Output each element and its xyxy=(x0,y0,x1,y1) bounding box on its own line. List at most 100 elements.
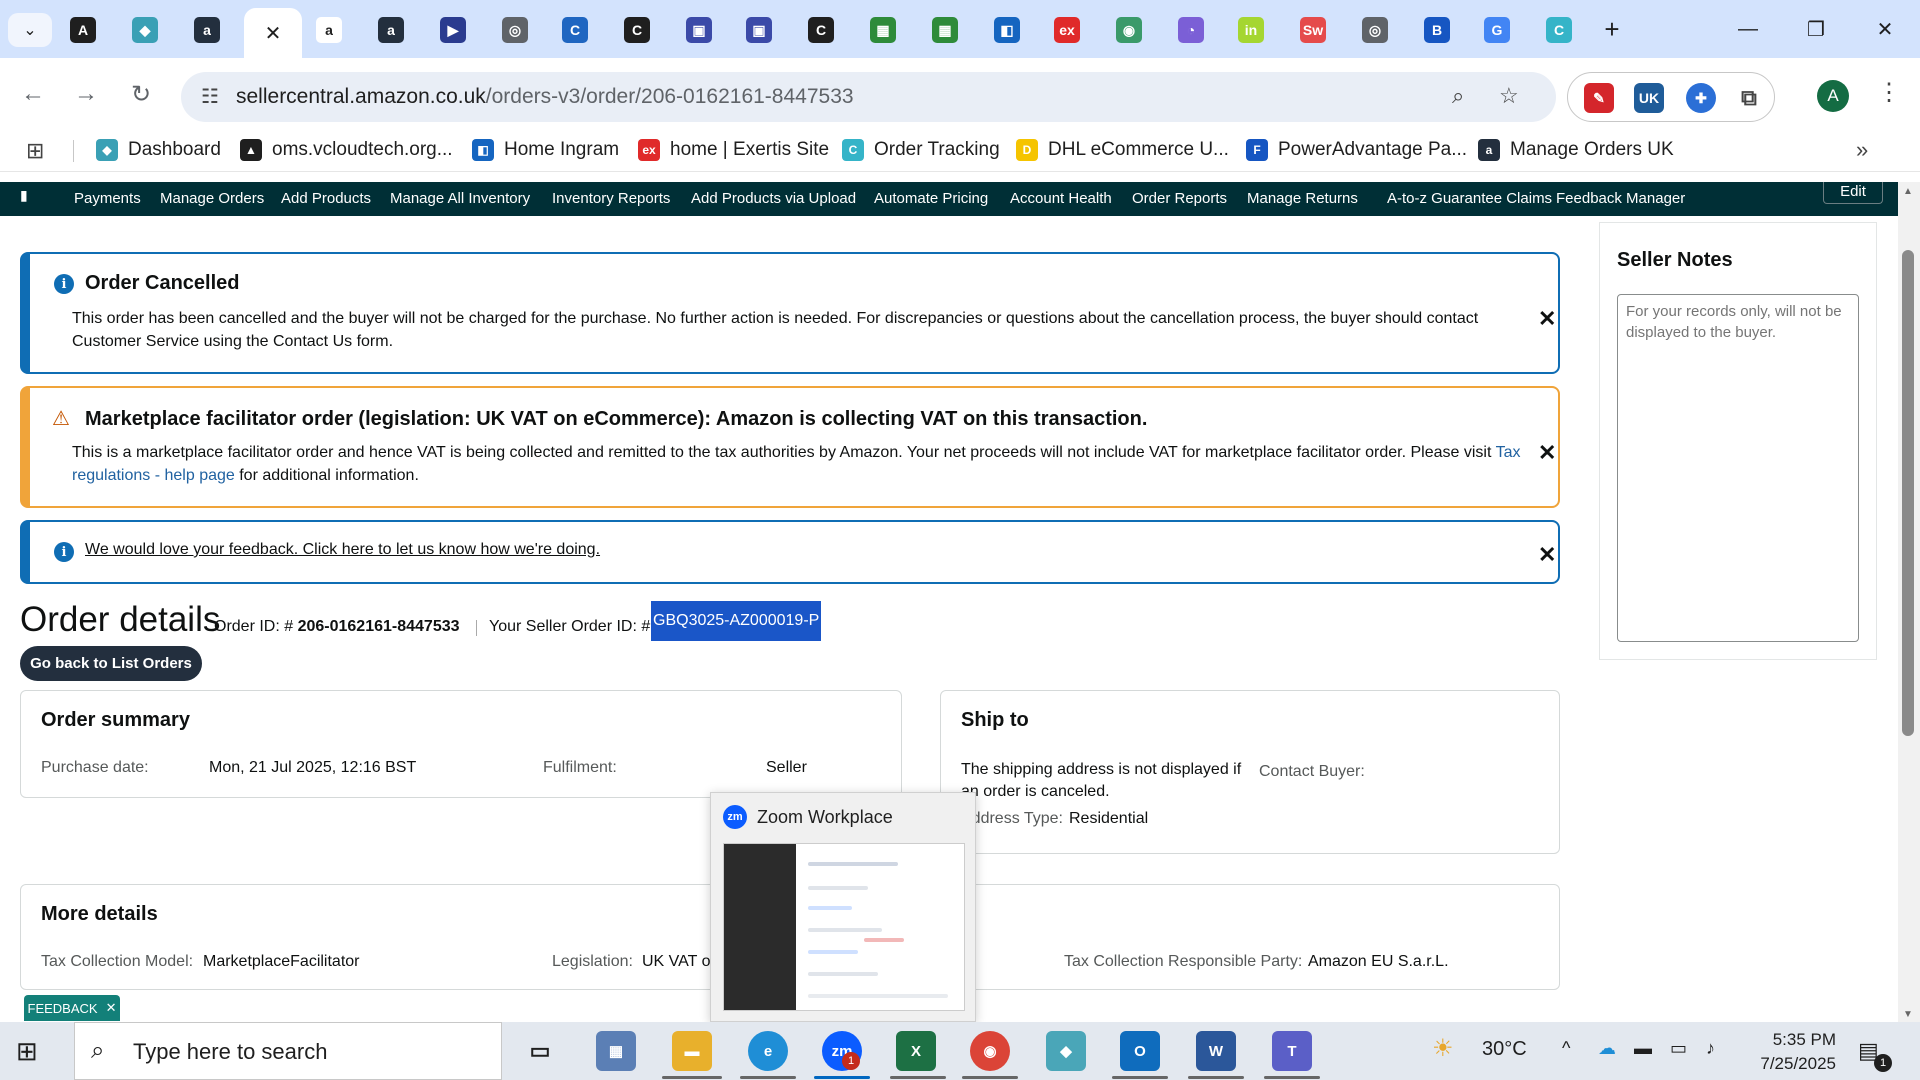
network-icon[interactable]: ▭ xyxy=(1670,1038,1687,1059)
apps-grid-icon[interactable]: ⊞ xyxy=(26,138,44,164)
scroll-up-icon[interactable]: ▲ xyxy=(1903,186,1913,197)
tab-favicon-icon[interactable]: a xyxy=(316,17,342,43)
forward-arrow-icon[interactable]: → xyxy=(69,77,103,111)
task-view-icon[interactable]: ▭ xyxy=(520,1031,560,1071)
reload-icon[interactable]: ↻ xyxy=(124,77,158,111)
zoom-magnifier-icon[interactable]: ⌕ xyxy=(1452,83,1464,109)
close-tab-icon[interactable]: ✕ xyxy=(265,21,282,46)
nav-item[interactable]: Manage Orders xyxy=(160,190,264,207)
feedback-tab[interactable]: FEEDBACK ✕ xyxy=(24,995,120,1021)
edge-icon[interactable]: e xyxy=(748,1031,788,1071)
tab-favicon-icon[interactable]: ▣ xyxy=(746,17,772,43)
nav-item[interactable]: Add Products xyxy=(281,190,371,207)
chrome-icon[interactable]: ◉ xyxy=(970,1031,1010,1071)
nav-edit-button[interactable]: Edit xyxy=(1823,182,1883,204)
tab-favicon-icon[interactable]: ▶ xyxy=(440,17,466,43)
tab-favicon-icon[interactable]: C xyxy=(624,17,650,43)
bookmark-item[interactable]: ▲ oms.vcloudtech.org... xyxy=(240,139,453,161)
bookmark-item[interactable]: ex home | Exertis Site xyxy=(638,139,829,161)
battery-icon[interactable]: ▬ xyxy=(1634,1038,1652,1059)
tab-favicon-icon[interactable]: ▦ xyxy=(932,17,958,43)
close-alert-icon[interactable]: ✕ xyxy=(1538,306,1556,332)
excel-icon[interactable]: X xyxy=(896,1031,936,1071)
nav-item[interactable]: Add Products via Upload xyxy=(691,190,856,207)
more-bookmarks-icon[interactable]: » xyxy=(1856,137,1868,163)
url-text[interactable]: sellercentral.amazon.co.uk/orders-v3/ord… xyxy=(236,85,854,109)
bookmark-item[interactable]: ◆ Dashboard xyxy=(96,139,221,161)
close-alert-icon[interactable]: ✕ xyxy=(1538,542,1556,568)
browser-menu-icon[interactable]: ⋮ xyxy=(1877,78,1901,107)
extensions-puzzle-icon[interactable]: ⧉ xyxy=(1734,83,1764,113)
feedback-link[interactable]: We would love your feedback. Click here … xyxy=(85,541,600,559)
tab-favicon-icon[interactable]: C xyxy=(808,17,834,43)
tab-favicon-icon[interactable]: ◎ xyxy=(1362,17,1388,43)
close-alert-icon[interactable]: ✕ xyxy=(1538,440,1556,466)
file-explorer-icon[interactable]: ▬ xyxy=(672,1031,712,1071)
tab-favicon-icon[interactable]: ◧ xyxy=(994,17,1020,43)
weather-temp[interactable]: 30°C xyxy=(1482,1038,1527,1061)
tab-favicon-icon[interactable]: C xyxy=(562,17,588,43)
tab-favicon-icon[interactable]: A xyxy=(70,17,96,43)
bookmark-item[interactable]: F PowerAdvantage Pa... xyxy=(1246,139,1467,161)
tab-favicon-icon[interactable]: Sw xyxy=(1300,17,1326,43)
nav-item[interactable]: Payments xyxy=(74,190,141,207)
tab-favicon-icon[interactable]: B xyxy=(1424,17,1450,43)
bookmark-star-icon[interactable]: ☆ xyxy=(1499,83,1519,109)
bookmark-item[interactable]: C Order Tracking xyxy=(842,139,1000,161)
tab-favicon-icon[interactable]: ▦ xyxy=(870,17,896,43)
taskbar-clock[interactable]: 5:35 PM 7/25/2025 xyxy=(1746,1028,1836,1076)
onedrive-icon[interactable]: ☁ xyxy=(1598,1038,1616,1059)
scroll-down-icon[interactable]: ▼ xyxy=(1903,1009,1913,1020)
feedback-close-icon[interactable]: ✕ xyxy=(106,1000,117,1016)
weather-icon[interactable]: ☀ xyxy=(1432,1034,1454,1063)
nav-item[interactable]: Account Health xyxy=(1010,190,1112,207)
nav-item[interactable]: Inventory Reports xyxy=(552,190,670,207)
nav-item[interactable]: Manage All Inventory xyxy=(390,190,530,207)
bookmark-item[interactable]: D DHL eCommerce U... xyxy=(1016,139,1229,161)
address-bar[interactable]: ☷ sellercentral.amazon.co.uk/orders-v3/o… xyxy=(181,72,1556,122)
pdf-extension-icon[interactable]: ✎ xyxy=(1584,83,1614,113)
nav-item[interactable]: Order Reports xyxy=(1132,190,1227,207)
tray-chevron-icon[interactable]: ^ xyxy=(1562,1038,1570,1059)
seller-notes-textarea[interactable] xyxy=(1617,294,1859,642)
back-arrow-icon[interactable]: ← xyxy=(16,77,50,111)
tab-favicon-icon[interactable]: C xyxy=(1546,17,1572,43)
active-tab[interactable]: ✕ xyxy=(244,8,302,58)
tab-favicon-icon[interactable]: ◎ xyxy=(502,17,528,43)
seller-order-id-selected[interactable]: GBQ3025-AZ000019-P xyxy=(651,601,822,641)
teams-icon[interactable]: T xyxy=(1272,1031,1312,1071)
windows-start-icon[interactable]: ⊞ xyxy=(16,1036,38,1067)
restore-icon[interactable]: ❐ xyxy=(1794,12,1838,46)
tab-search-chevron-icon[interactable]: ⌄ xyxy=(8,13,52,47)
site-info-icon[interactable]: ☷ xyxy=(201,84,219,109)
tab-favicon-icon[interactable]: in xyxy=(1238,17,1264,43)
tab-favicon-icon[interactable]: ex xyxy=(1054,17,1080,43)
zoom-window-thumbnail[interactable] xyxy=(723,843,965,1011)
tab-favicon-icon[interactable]: ◔ xyxy=(1178,17,1204,43)
nav-item[interactable]: Automate Pricing xyxy=(874,190,988,207)
word-icon[interactable]: W xyxy=(1196,1031,1236,1071)
bookmark-item[interactable]: ◧ Home Ingram xyxy=(472,139,619,161)
plugin-extension-icon[interactable]: ✚ xyxy=(1686,83,1716,113)
volume-icon[interactable]: ♪ xyxy=(1706,1038,1715,1059)
nav-item[interactable]: Feedback Manager xyxy=(1556,190,1685,207)
app-diamond-icon[interactable]: ◆ xyxy=(1046,1031,1086,1071)
minimize-icon[interactable]: — xyxy=(1726,12,1770,46)
scrollbar-thumb[interactable] xyxy=(1902,250,1914,736)
outlook-icon[interactable]: O xyxy=(1120,1031,1160,1071)
calculator-icon[interactable]: ▦ xyxy=(596,1031,636,1071)
nav-bookmark-icon[interactable]: ▮ xyxy=(20,187,28,204)
nav-item[interactable]: A-to-z Guarantee Claims xyxy=(1387,190,1552,207)
tab-favicon-icon[interactable]: ▣ xyxy=(686,17,712,43)
tab-favicon-icon[interactable]: a xyxy=(194,17,220,43)
zoom-taskbar-preview[interactable]: zm Zoom Workplace xyxy=(710,792,976,1022)
tab-favicon-icon[interactable]: a xyxy=(378,17,404,43)
tab-favicon-icon[interactable]: ◉ xyxy=(1116,17,1142,43)
nav-item[interactable]: Manage Returns xyxy=(1247,190,1358,207)
uk-extension-icon[interactable]: UK xyxy=(1634,83,1664,113)
bookmark-item[interactable]: a Manage Orders UK xyxy=(1478,139,1674,161)
tab-favicon-icon[interactable]: ◆ xyxy=(132,17,158,43)
taskbar-search[interactable]: ⌕ Type here to search xyxy=(74,1022,502,1080)
page-scrollbar[interactable]: ▲ ▼ xyxy=(1898,182,1920,1022)
profile-avatar[interactable]: A xyxy=(1817,80,1849,112)
